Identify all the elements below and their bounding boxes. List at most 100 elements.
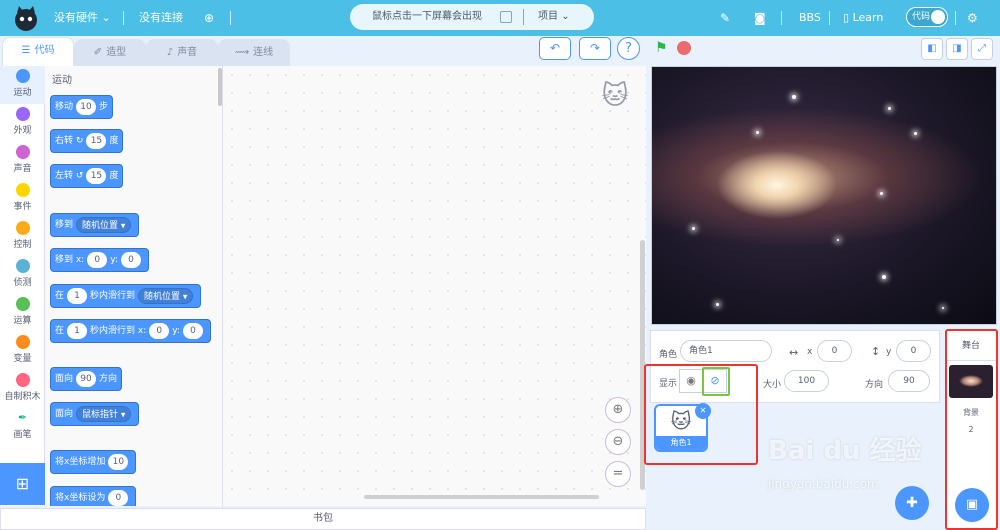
palette-section-title: 运动: [52, 75, 72, 86]
star: [692, 227, 695, 230]
star: [716, 303, 719, 306]
add-backdrop-button[interactable]: ▣: [955, 488, 989, 522]
block-glide-to-xy[interactable]: 在 1 秒内滑行到 x: 0 y: 0: [50, 319, 211, 343]
block-input[interactable]: 0: [108, 490, 129, 506]
block-dropdown[interactable]: 随机位置 ▾: [76, 217, 132, 233]
block-input[interactable]: 0: [87, 252, 108, 268]
category-sensing[interactable]: 侦测: [0, 256, 45, 294]
workspace-horizontal-scrollbar[interactable]: [364, 495, 599, 499]
block-input[interactable]: 10: [108, 454, 129, 470]
code-mode-toggle[interactable]: 代码: [906, 7, 948, 27]
category-events[interactable]: 事件: [0, 180, 45, 218]
hide-sprite-button[interactable]: ⊘: [703, 369, 727, 393]
category-operators[interactable]: 运算: [0, 294, 45, 332]
category-control[interactable]: 控制: [0, 218, 45, 256]
learn-link[interactable]: ▯ Learn: [843, 0, 883, 36]
workspace-vertical-scrollbar[interactable]: [640, 240, 645, 490]
connection-menu[interactable]: 没有连接: [139, 0, 183, 36]
stage-canvas[interactable]: [651, 66, 997, 325]
project-title-bar[interactable]: 鼠标点击一下屏幕会出现 项目 ⌄: [350, 4, 594, 30]
block-turn-right[interactable]: 右转 ↻ 15 度: [50, 129, 124, 153]
script-workspace[interactable]: [223, 66, 646, 506]
size-input[interactable]: 100: [784, 370, 829, 392]
camera-icon[interactable]: ◙: [754, 0, 766, 36]
block-input[interactable]: 15: [86, 168, 107, 184]
block-dropdown[interactable]: 鼠标指针 ▾: [76, 406, 132, 422]
rotate-right-icon: ↻: [75, 136, 84, 146]
category-sound[interactable]: 声音: [0, 142, 45, 180]
block-glide-to[interactable]: 在 1 秒内滑行到 随机位置 ▾: [50, 284, 202, 308]
block-dropdown[interactable]: 随机位置 ▾: [138, 288, 194, 304]
tab-costumes[interactable]: ✐ 造型: [74, 39, 146, 66]
tab-sounds[interactable]: ♪ 声音: [146, 39, 218, 66]
block-text: 移动: [55, 102, 74, 112]
show-sprite-button[interactable]: ◉: [679, 369, 703, 393]
category-motion[interactable]: 运动: [0, 66, 45, 104]
large-stage-button[interactable]: ◨: [946, 38, 968, 60]
category-variables[interactable]: 变量: [0, 332, 45, 370]
large-stage-icon: ◨: [952, 43, 962, 54]
fullscreen-button[interactable]: ⤢: [971, 38, 993, 60]
category-pen[interactable]: ✒ 画笔: [0, 408, 45, 446]
y-position-input[interactable]: 0: [896, 340, 931, 362]
x-position-input[interactable]: 0: [817, 340, 852, 362]
small-stage-button[interactable]: ◧: [921, 38, 943, 60]
green-flag-icon[interactable]: ⚑: [655, 40, 668, 56]
zoom-in-button[interactable]: ⊕: [605, 397, 631, 423]
block-text: 移到: [55, 220, 74, 230]
undo-button[interactable]: ↶: [539, 37, 571, 60]
block-input[interactable]: 1: [67, 323, 88, 339]
project-menu[interactable]: 项目 ⌄: [538, 4, 570, 30]
add-extension-button[interactable]: ⊞: [0, 463, 45, 505]
delete-sprite-button[interactable]: ✕: [695, 403, 711, 419]
tab-label: 连线: [253, 47, 274, 58]
block-go-to[interactable]: 移到 随机位置 ▾: [50, 213, 140, 237]
save-icon[interactable]: [500, 11, 512, 23]
tab-wiring[interactable]: ⟿ 连线: [218, 39, 290, 66]
hardware-menu[interactable]: 没有硬件 ⌄: [54, 0, 111, 36]
zoom-out-button[interactable]: ⊖: [605, 429, 631, 455]
settings-gear-icon[interactable]: ⚙: [967, 0, 978, 36]
backpack-bar[interactable]: 书包: [0, 508, 646, 530]
watermark-main: Bai du 经验: [768, 436, 922, 466]
stop-icon[interactable]: [677, 41, 691, 55]
globe-icon[interactable]: ⊕: [204, 0, 214, 36]
speaker-icon: ♪: [166, 47, 174, 58]
category-looks[interactable]: 外观: [0, 104, 45, 142]
help-button[interactable]: ?: [617, 37, 640, 60]
app-logo-icon[interactable]: [12, 4, 40, 32]
tab-code[interactable]: ☰ 代码: [2, 37, 74, 66]
category-dot-icon: [15, 183, 30, 197]
category-my-blocks[interactable]: 自制积木: [0, 370, 45, 408]
block-input[interactable]: 90: [76, 371, 97, 387]
brush-icon: ✐: [93, 47, 103, 58]
block-point-in-direction[interactable]: 面向 90 方向: [50, 367, 123, 391]
sprite-name-input[interactable]: 角色1: [680, 340, 772, 362]
palette-scrollbar[interactable]: [218, 68, 222, 106]
block-input[interactable]: 0: [149, 323, 170, 339]
block-move-steps[interactable]: 移动 10 步: [50, 95, 114, 119]
redo-button[interactable]: ↷: [579, 37, 611, 60]
block-text: 面向: [55, 374, 74, 384]
add-sprite-button[interactable]: ✚: [895, 486, 929, 520]
block-input[interactable]: 10: [76, 99, 97, 115]
block-text: 秒内滑行到: [90, 291, 136, 301]
block-text: 步: [99, 102, 109, 112]
block-point-towards[interactable]: 面向 鼠标指针 ▾: [50, 402, 140, 426]
zoom-in-icon: ⊕: [612, 402, 624, 417]
block-input[interactable]: 15: [86, 133, 107, 149]
block-input[interactable]: 0: [182, 323, 203, 339]
direction-input[interactable]: 90: [888, 370, 930, 392]
block-go-to-xy[interactable]: 移到 x: 0 y: 0: [50, 248, 149, 272]
block-set-x[interactable]: 将x坐标设为 0: [50, 486, 137, 506]
block-turn-left[interactable]: 左转 ↺ 15 度: [50, 164, 124, 188]
bbs-link[interactable]: BBS: [799, 0, 821, 36]
tab-label: 声音: [177, 47, 198, 58]
backdrop-thumbnail[interactable]: [949, 365, 993, 398]
zoom-reset-button[interactable]: =: [605, 461, 631, 487]
edit-pen-icon[interactable]: ✎: [720, 0, 730, 36]
block-change-x[interactable]: 将x坐标增加 10: [50, 450, 137, 474]
block-input[interactable]: 0: [120, 252, 141, 268]
block-input[interactable]: 1: [67, 288, 88, 304]
divider: [523, 9, 524, 25]
